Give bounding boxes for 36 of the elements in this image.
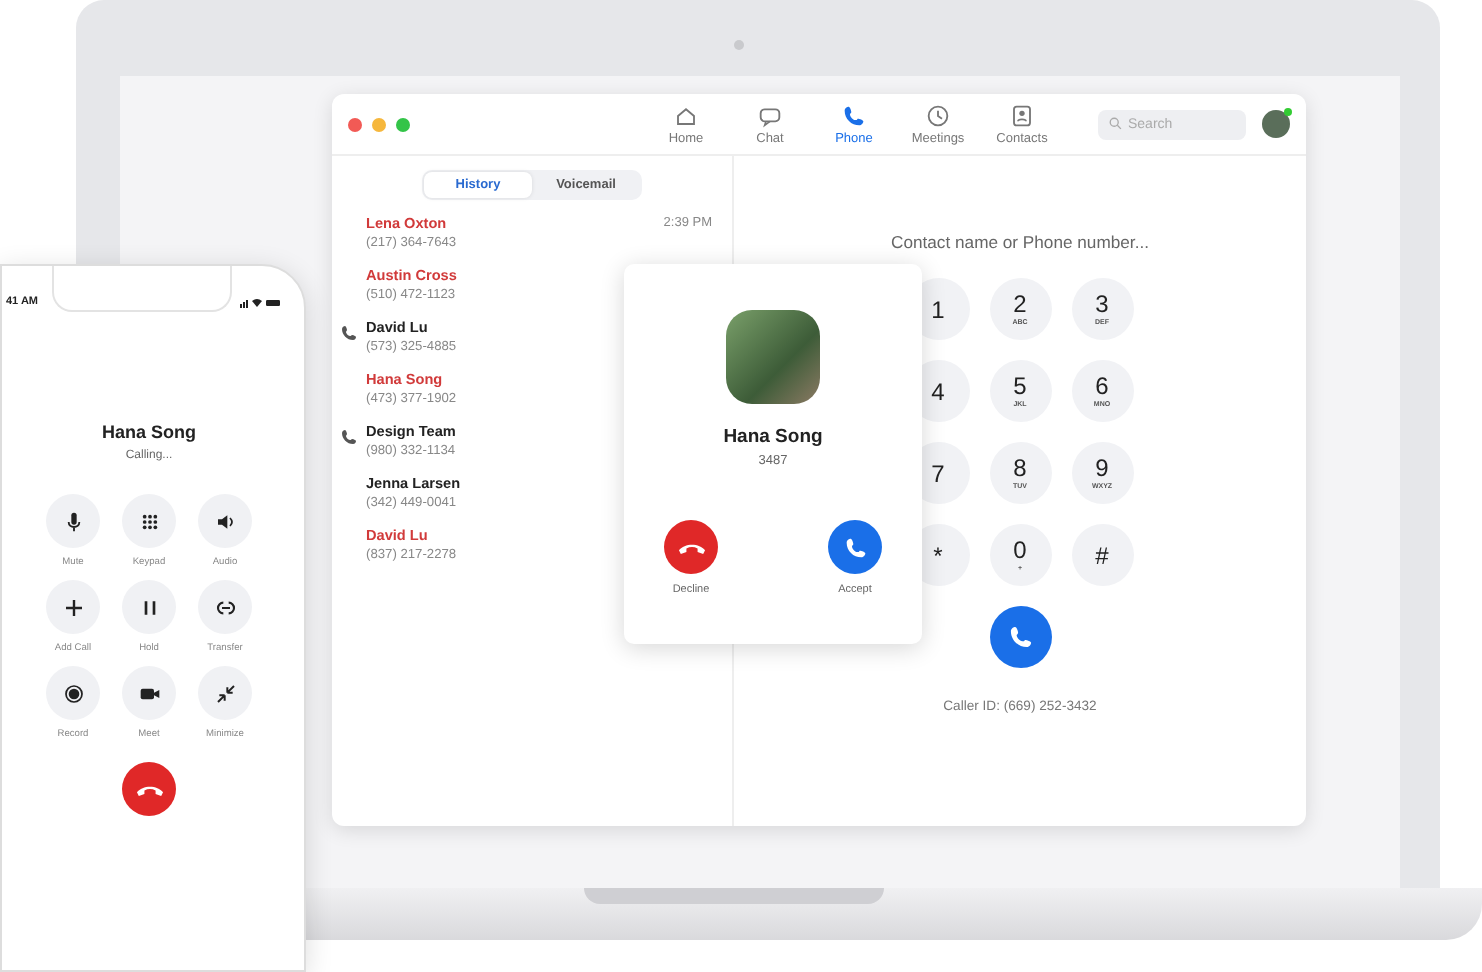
- search-icon: [1108, 116, 1124, 132]
- decline-button[interactable]: [664, 520, 718, 574]
- hang-up-icon: [677, 539, 705, 555]
- call-control-button[interactable]: [46, 494, 100, 548]
- photo-placeholder: [726, 310, 820, 404]
- call-control-button[interactable]: [198, 580, 252, 634]
- minimize-icon: [213, 681, 237, 705]
- call-control-button[interactable]: [198, 666, 252, 720]
- call-control-button[interactable]: [46, 666, 100, 720]
- plus-icon: [61, 595, 85, 619]
- call-control-button[interactable]: [122, 666, 176, 720]
- accept-button[interactable]: [828, 520, 882, 574]
- status-icons-drawing: [240, 297, 280, 307]
- phone-icon: [843, 535, 867, 559]
- hang-up-icon: [135, 781, 163, 797]
- webcam: [734, 40, 744, 50]
- avatar[interactable]: [1262, 110, 1290, 138]
- clock-icon: [926, 103, 950, 127]
- call-button[interactable]: [989, 606, 1051, 668]
- home-icon: [674, 103, 698, 127]
- record-icon: [61, 681, 85, 705]
- minimize-dot[interactable]: [372, 117, 386, 131]
- keypad-icon: [137, 509, 161, 533]
- zoom-dot[interactable]: [396, 117, 410, 131]
- close-dot[interactable]: [348, 117, 362, 131]
- end-call-button[interactable]: [122, 762, 176, 816]
- phone-icon: [1007, 624, 1033, 650]
- call-control-button[interactable]: [198, 494, 252, 548]
- caller-name: Hana Song: [101, 422, 196, 442]
- caller-name: Hana Song: [723, 426, 823, 448]
- phone-icon: [842, 103, 866, 127]
- call-control-button[interactable]: [46, 580, 100, 634]
- dial-key[interactable]: #: [1071, 524, 1133, 586]
- call-control-button[interactable]: [122, 494, 176, 548]
- chat-bubble-icon: [758, 103, 782, 127]
- contact-card-icon: [1010, 103, 1034, 127]
